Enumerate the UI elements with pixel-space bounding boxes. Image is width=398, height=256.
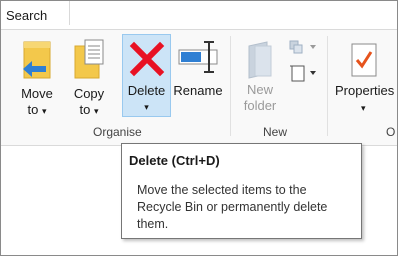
move-to-icon	[23, 41, 51, 79]
move-to-caret-icon: ▾	[41, 106, 47, 116]
properties-button[interactable]: Properties ▾	[332, 36, 398, 121]
easy-access-icon[interactable]	[288, 63, 322, 83]
rename-button[interactable]: Rename	[172, 36, 224, 116]
move-to-label-2: to	[27, 102, 39, 117]
group-separator-1	[230, 36, 231, 136]
delete-tooltip: Delete (Ctrl+D) Move the selected items …	[121, 143, 362, 239]
tooltip-title: Delete (Ctrl+D)	[129, 153, 220, 168]
copy-to-icon	[74, 39, 104, 79]
search-bar[interactable]: Search	[1, 1, 397, 29]
new-folder-label-1: New	[246, 82, 273, 97]
group-label-open-partial: O	[386, 125, 396, 139]
delete-caret-icon: ▾	[144, 102, 149, 112]
move-to-button[interactable]: Move to ▾	[12, 36, 62, 121]
new-folder-label-2: folder	[243, 98, 277, 113]
group-label-new: New	[263, 125, 288, 139]
delete-button[interactable]: Delete ▾	[122, 34, 171, 117]
move-to-label-1: Move	[21, 86, 53, 101]
properties-label: Properties	[335, 83, 395, 98]
group-label-organise: Organise	[93, 125, 142, 139]
properties-icon	[351, 43, 377, 77]
copy-to-caret-icon: ▾	[93, 106, 99, 116]
rename-label: Rename	[173, 83, 223, 98]
rename-icon	[178, 41, 218, 73]
delete-label: Delete	[127, 83, 166, 98]
delete-x-icon	[129, 41, 165, 77]
tooltip-body: Move the selected items to the Recycle B…	[137, 183, 328, 231]
copy-to-button[interactable]: Copy to ▾	[64, 36, 114, 121]
new-folder-button[interactable]: New folder	[235, 36, 285, 121]
group-separator-2	[327, 36, 328, 136]
new-folder-icon	[248, 41, 272, 79]
search-label: Search	[6, 8, 48, 23]
search-divider	[69, 1, 70, 25]
ribbon: Move to ▾ Copy to ▾ Delete ▾ Rename New …	[1, 29, 397, 146]
new-item-icon[interactable]	[288, 39, 322, 55]
copy-to-label-2: to	[79, 102, 91, 117]
properties-caret-icon: ▾	[361, 103, 366, 113]
copy-to-label-1: Copy	[73, 86, 105, 101]
